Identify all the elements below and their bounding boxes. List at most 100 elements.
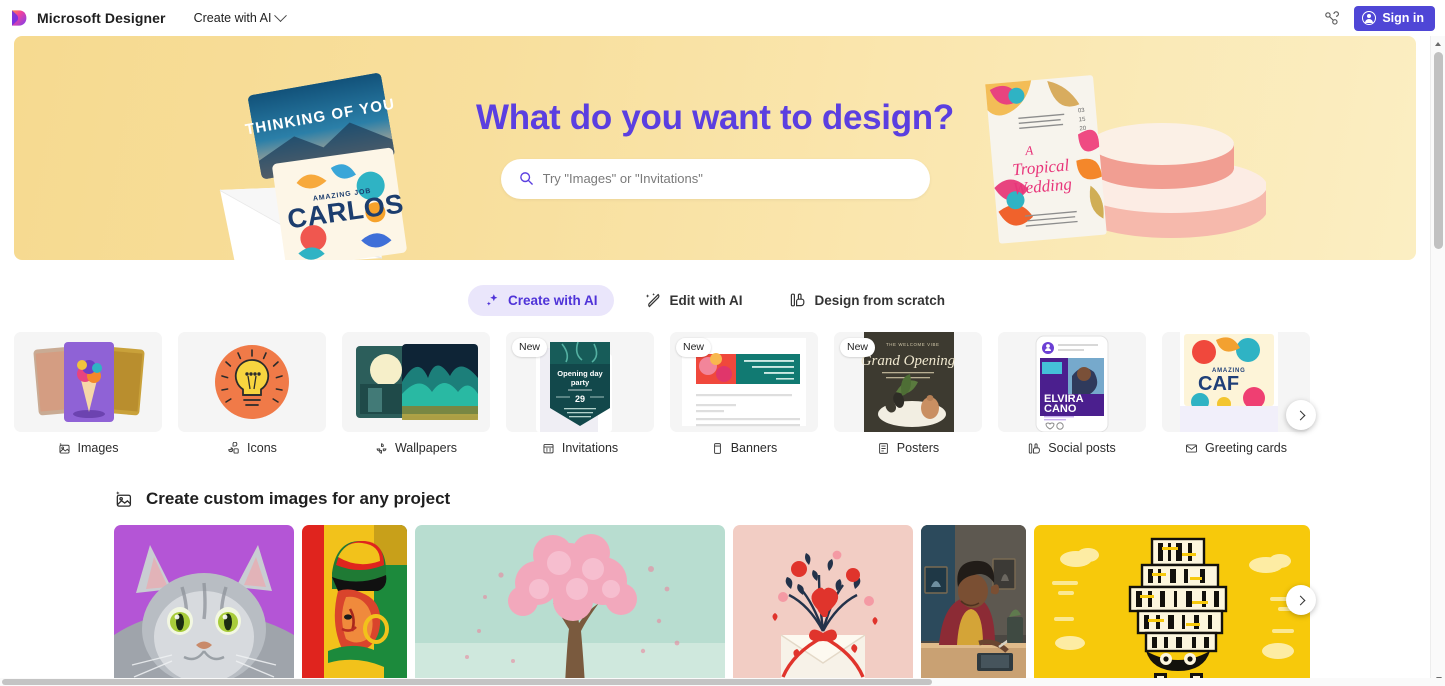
category-item-posters[interactable]: New THE WELCOME VIBE Grand Opening Poste… <box>834 332 982 455</box>
mode-tabs: Create with AI Edit with AI Design from … <box>0 282 1430 318</box>
category-thumb-banners[interactable]: New <box>670 332 818 432</box>
designer-app: Microsoft Designer Create with AI Sign i… <box>0 0 1445 686</box>
category-row: Images Icons Wallpapers New Opening day … <box>14 332 1444 455</box>
tab-design-from-scratch[interactable]: Design from scratch <box>773 284 962 316</box>
section-header-custom-images: Create custom images for any project <box>14 489 1430 509</box>
section-title: Create custom images for any project <box>146 489 451 508</box>
triangle-up-icon <box>1435 41 1441 46</box>
social-post-icon <box>1028 442 1041 455</box>
category-label-banners: Banners <box>670 441 818 455</box>
category-label-text: Icons <box>247 441 277 455</box>
svg-text:CAF: CAF <box>1198 373 1239 395</box>
category-label-text: Invitations <box>561 441 619 455</box>
page-content: THINKING OF YOU AMAZING JOB CARLOS A Tro… <box>0 36 1430 685</box>
link-share-icon[interactable] <box>1318 5 1344 31</box>
invitation-icon <box>542 442 555 455</box>
search-icon <box>519 171 534 186</box>
svg-text:THE WELCOME VIBE: THE WELCOME VIBE <box>886 342 940 347</box>
svg-text:CANO: CANO <box>1044 403 1077 415</box>
category-thumb-posters[interactable]: New THE WELCOME VIBE Grand Opening <box>834 332 982 432</box>
category-label-wallpapers: Wallpapers <box>342 441 490 455</box>
nav-create-with-ai-label: Create with AI <box>193 11 272 25</box>
tab-create-with-ai-label: Create with AI <box>507 292 598 308</box>
gallery-next-button[interactable] <box>1286 585 1316 615</box>
chevron-right-icon <box>1295 410 1305 420</box>
tab-design-from-scratch-label: Design from scratch <box>814 292 946 308</box>
person-circle-icon <box>1362 11 1377 25</box>
category-label-images: Images <box>14 441 162 455</box>
envelope-icon <box>1185 442 1198 455</box>
categories-next-button[interactable] <box>1286 400 1316 430</box>
category-item-wallpapers[interactable]: Wallpapers <box>342 332 490 455</box>
hero-center: What do you want to design? <box>14 36 1416 260</box>
category-carousel: Images Icons Wallpapers New Opening day … <box>0 332 1430 455</box>
images-gallery <box>0 525 1430 685</box>
badge-new: New <box>676 338 712 357</box>
category-label-invitations: Invitations <box>506 441 654 455</box>
gallery-item-flowers[interactable] <box>733 525 913 685</box>
gallery-row <box>14 525 1444 685</box>
category-item-social-posts[interactable]: ELVIRA CANO Social posts <box>998 332 1146 455</box>
category-label-text: Posters <box>896 441 940 455</box>
designer-logo-icon[interactable] <box>8 8 28 28</box>
svg-text:Opening day: Opening day <box>557 369 603 378</box>
scroll-up-button[interactable] <box>1431 36 1445 51</box>
tab-create-with-ai[interactable]: Create with AI <box>467 284 615 316</box>
tab-edit-with-ai[interactable]: Edit with AI <box>628 284 759 316</box>
badge-new: New <box>512 338 548 357</box>
category-thumb-invitations[interactable]: New Opening day party 29 <box>506 332 654 432</box>
banner-icon <box>711 442 724 455</box>
gallery-item-books[interactable] <box>1034 525 1310 685</box>
brand-title: Microsoft Designer <box>37 10 166 26</box>
hero-title: What do you want to design? <box>476 97 954 137</box>
gallery-item-woman[interactable] <box>302 525 407 685</box>
category-label-social-posts: Social posts <box>998 441 1146 455</box>
category-label-text: Social posts <box>1048 441 1116 455</box>
image-sparkle-icon <box>114 490 133 509</box>
category-item-invitations[interactable]: New Opening day party 29 Invitations <box>506 332 654 455</box>
category-item-greeting-cards[interactable]: AMAZING CAF Greeting cards <box>1162 332 1310 455</box>
sign-in-label: Sign in <box>1382 11 1424 25</box>
chevron-right-icon <box>1295 595 1305 605</box>
gallery-item-artist[interactable] <box>921 525 1026 685</box>
category-item-banners[interactable]: New Banners <box>670 332 818 455</box>
category-thumb-wallpapers[interactable] <box>342 332 490 432</box>
vertical-scrollbar[interactable] <box>1430 36 1445 686</box>
badge-new: New <box>840 338 876 357</box>
hero-search-box[interactable] <box>500 158 930 199</box>
search-input[interactable] <box>542 171 912 186</box>
category-item-images[interactable]: Images <box>14 332 162 455</box>
magic-wand-icon <box>645 292 661 308</box>
gallery-item-tree[interactable] <box>415 525 725 685</box>
gallery-item-cat[interactable] <box>114 525 294 685</box>
category-thumb-icons[interactable] <box>178 332 326 432</box>
image-sparkle-icon <box>58 442 71 455</box>
wallpaper-icon <box>375 442 388 455</box>
category-label-text: Wallpapers <box>394 441 458 455</box>
category-label-text: Images <box>77 441 119 455</box>
category-label-posters: Posters <box>834 441 982 455</box>
category-item-icons[interactable]: Icons <box>178 332 326 455</box>
svg-text:Grand Opening: Grand Opening <box>861 353 956 369</box>
tab-edit-with-ai-label: Edit with AI <box>669 292 743 308</box>
sparkle-icon <box>485 293 500 308</box>
hero-banner: THINKING OF YOU AMAZING JOB CARLOS A Tro… <box>14 36 1416 260</box>
icons-icon <box>227 441 240 455</box>
svg-text:party: party <box>571 378 590 387</box>
category-thumb-images[interactable] <box>14 332 162 432</box>
page-scroll-area: THINKING OF YOU AMAZING JOB CARLOS A Tro… <box>0 36 1445 686</box>
category-thumb-social-posts[interactable]: ELVIRA CANO <box>998 332 1146 432</box>
vertical-scrollbar-thumb[interactable] <box>1434 52 1443 249</box>
top-bar: Microsoft Designer Create with AI Sign i… <box>0 0 1445 36</box>
category-label-icons: Icons <box>178 441 326 455</box>
category-label-text: Greeting cards <box>1205 441 1287 455</box>
sign-in-button[interactable]: Sign in <box>1354 5 1435 31</box>
horizontal-scrollbar-thumb[interactable] <box>2 679 932 685</box>
poster-icon <box>877 442 890 455</box>
category-label-text: Banners <box>730 441 778 455</box>
svg-text:29: 29 <box>575 394 585 404</box>
nav-create-with-ai[interactable]: Create with AI <box>188 7 292 29</box>
category-label-greeting-cards: Greeting cards <box>1162 441 1310 455</box>
horizontal-scrollbar[interactable] <box>0 678 1445 686</box>
canvas-hand-icon <box>790 292 806 308</box>
